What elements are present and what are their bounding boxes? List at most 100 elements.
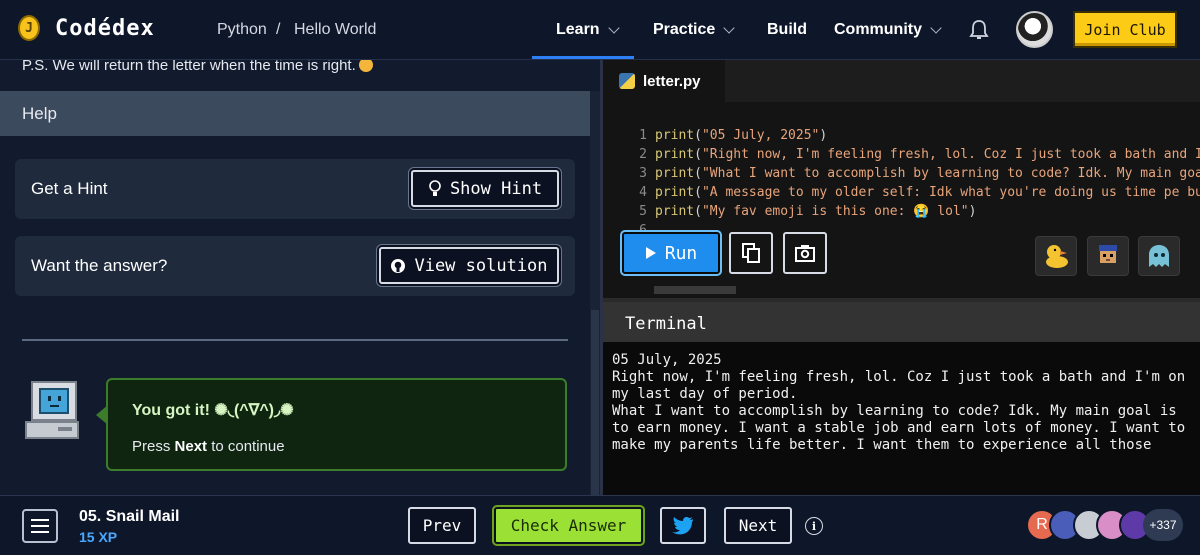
join-club-button[interactable]: Join Club xyxy=(1073,11,1177,48)
run-button[interactable]: Run xyxy=(622,232,720,274)
police-dog-icon xyxy=(1099,245,1117,263)
solution-card: Want the answer? View solution xyxy=(15,236,575,296)
nav-community[interactable]: Community xyxy=(834,21,942,39)
prev-button[interactable]: Prev xyxy=(408,507,476,544)
chevron-down-icon xyxy=(930,21,942,34)
code-line: print("Right now, I'm feeling fresh, lol… xyxy=(655,145,1200,164)
check-answer-button[interactable]: Check Answer xyxy=(494,507,643,544)
code-editor: letter.py 1 print("05 July, 2025") 2 pri… xyxy=(603,60,1200,298)
terminal-header: Terminal xyxy=(603,302,1200,342)
continue-pre: Press xyxy=(132,438,175,455)
lightbulb-icon xyxy=(429,179,441,196)
hint-label: Get a Hint xyxy=(31,179,108,198)
copy-icon xyxy=(742,243,760,263)
github-icon xyxy=(391,258,406,273)
editor-tab-strip: letter.py xyxy=(603,60,1200,102)
ps-text: P.S. We will return the letter when the … xyxy=(22,60,373,74)
chevron-down-icon xyxy=(723,21,735,34)
duck-pet-button[interactable] xyxy=(1035,236,1077,276)
learner-count-badge[interactable]: +337 xyxy=(1143,509,1183,541)
divider xyxy=(22,339,568,341)
line-number: 5 xyxy=(639,204,647,219)
brand-logo[interactable]: Codédex xyxy=(55,16,155,41)
screenshot-button[interactable] xyxy=(783,232,827,274)
next-button[interactable]: Next xyxy=(724,507,792,544)
continue-next: Next xyxy=(174,438,208,455)
twitter-icon xyxy=(672,516,693,534)
code-area[interactable]: 1 print("05 July, 2025") 2 print("Right … xyxy=(603,126,1200,232)
camera-icon xyxy=(795,245,815,262)
code-string: "What I want to accomplish by learning t… xyxy=(701,166,1200,181)
breadcrumb-hello-world[interactable]: Hello World xyxy=(294,21,376,39)
smile-emoji-icon xyxy=(358,60,373,72)
tab-letter-py[interactable]: letter.py xyxy=(603,60,725,102)
nav-community-label: Community xyxy=(834,21,922,38)
success-title: You got it! ✺◟(^∇^)◞✺ xyxy=(132,402,294,419)
code-string: "My fav emoji is this one: 😭 lol" xyxy=(701,204,969,219)
lesson-title: 05. Snail Mail xyxy=(79,508,180,525)
ps-text-content: P.S. We will return the letter when the … xyxy=(22,60,356,74)
lesson-footer: 05. Snail Mail 15 XP Prev Check Answer N… xyxy=(0,495,1200,555)
code-tail: ) xyxy=(968,204,977,219)
chevron-down-icon xyxy=(607,21,620,34)
nav-learn-label: Learn xyxy=(556,21,600,38)
code-fn: print xyxy=(655,166,695,181)
nav-practice[interactable]: Practice xyxy=(653,21,735,39)
python-file-icon xyxy=(619,73,635,89)
line-number: 1 xyxy=(639,128,647,143)
cop-pet-button[interactable] xyxy=(1087,236,1129,276)
logo-coin-icon[interactable]: J xyxy=(18,15,40,41)
info-icon[interactable]: i xyxy=(805,517,823,535)
code-tail: ) xyxy=(819,128,828,143)
help-title: Help xyxy=(22,104,57,123)
code-string: "A message to my older self: Idk what yo… xyxy=(701,185,1200,200)
line-number: 6 xyxy=(639,223,647,232)
ghost-pet-button[interactable] xyxy=(1138,236,1180,276)
answer-label: Want the answer? xyxy=(31,256,168,275)
panel-scrollbar-thumb[interactable] xyxy=(591,310,599,495)
continue-hint: Press Next to continue xyxy=(132,438,285,455)
duck-icon xyxy=(1046,245,1068,268)
help-header: Help xyxy=(0,91,590,136)
copy-code-button[interactable] xyxy=(729,232,773,274)
show-hint-label: Show Hint xyxy=(449,178,543,199)
code-line: print("A message to my older self: Idk w… xyxy=(655,183,1200,202)
top-nav: J Codédex Python / Hello World Learn Pra… xyxy=(0,0,1200,60)
code-line: print("What I want to accomplish by lear… xyxy=(655,164,1200,183)
computer-mascot-icon xyxy=(25,381,79,439)
code-fn: print xyxy=(655,204,695,219)
nav-practice-label: Practice xyxy=(653,21,716,38)
continue-post: to continue xyxy=(207,438,285,455)
lesson-xp: 15 XP xyxy=(79,529,118,545)
view-solution-button[interactable]: View solution xyxy=(379,247,559,284)
line-number: 3 xyxy=(639,166,647,181)
nav-learn[interactable]: Learn xyxy=(556,21,620,39)
lesson-panel: P.S. We will return the letter when the … xyxy=(0,60,600,495)
code-fn: print xyxy=(655,185,695,200)
nav-build[interactable]: Build xyxy=(767,21,807,39)
terminal-title: Terminal xyxy=(625,314,707,334)
success-message: You got it! ✺◟(^∇^)◞✺ Press Next to cont… xyxy=(96,378,567,471)
code-line: print("My fav emoji is this one: 😭 lol") xyxy=(655,204,977,219)
code-fn: print xyxy=(655,128,695,143)
user-avatar[interactable] xyxy=(1016,11,1053,48)
ghost-icon xyxy=(1149,245,1169,267)
tab-filename: letter.py xyxy=(643,72,701,90)
lesson-menu-button[interactable] xyxy=(22,509,58,543)
show-hint-button[interactable]: Show Hint xyxy=(411,170,559,207)
code-string: "05 July, 2025" xyxy=(701,128,820,143)
play-icon xyxy=(645,247,656,259)
share-twitter-button[interactable] xyxy=(660,507,706,544)
code-string: "Right now, I'm feeling fresh, lol. Coz … xyxy=(701,147,1200,162)
breadcrumb-python[interactable]: Python xyxy=(217,21,267,39)
bell-icon[interactable] xyxy=(969,19,989,41)
nav-build-label: Build xyxy=(767,21,807,38)
view-solution-label: View solution xyxy=(414,255,548,276)
code-line: print("05 July, 2025") xyxy=(655,128,828,143)
code-fn: print xyxy=(655,147,695,162)
terminal-output: 05 July, 2025 Right now, I'm feeling fre… xyxy=(612,352,1186,453)
editor-hscroll-thumb[interactable] xyxy=(654,286,736,294)
breadcrumb-separator: / xyxy=(276,21,281,38)
terminal-panel: Terminal 05 July, 2025 Right now, I'm fe… xyxy=(603,298,1200,495)
line-number: 4 xyxy=(639,185,647,200)
